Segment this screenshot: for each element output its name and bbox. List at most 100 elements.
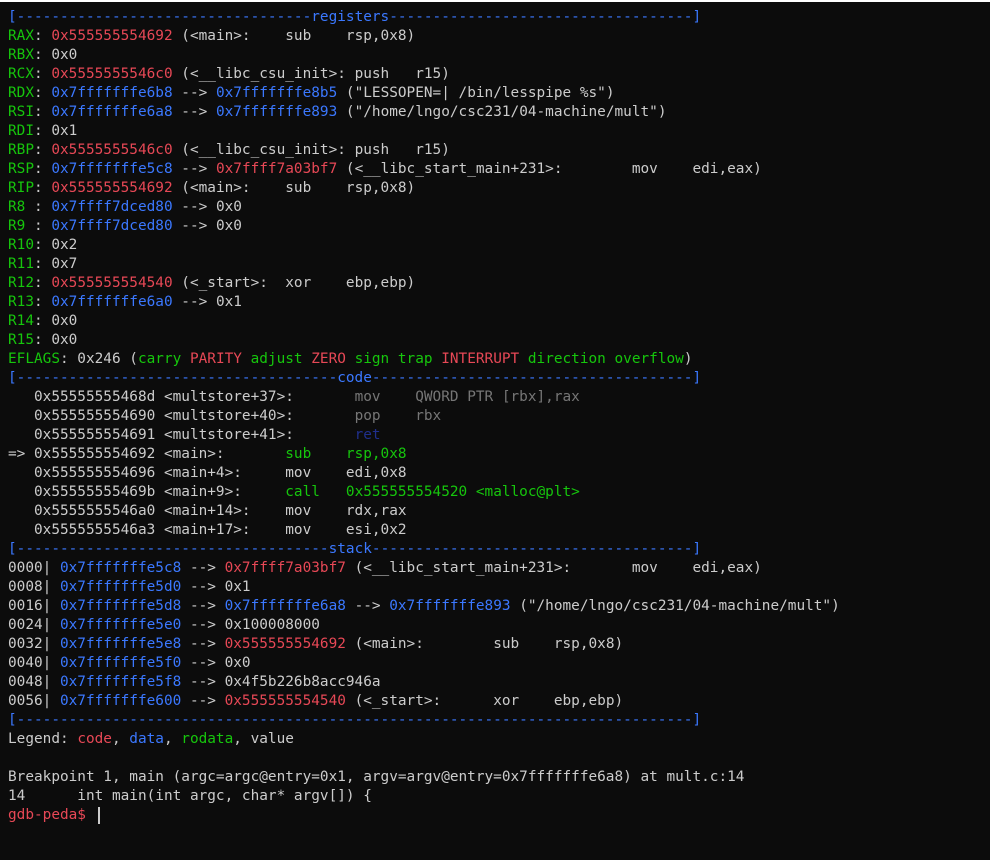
text-segment: : (34, 199, 52, 215)
text-segment: data (129, 731, 164, 747)
text-segment: : (34, 161, 52, 177)
text-segment: 0x7fffffffe5d8 (59, 598, 182, 614)
text-segment: 0x7fffffffe6b8 (51, 85, 173, 101)
code-header: [-------------------------------------co… (8, 369, 990, 388)
text-segment: sign trap (345, 351, 442, 367)
text-segment: [------------------------------------- (8, 370, 338, 386)
text-segment: RSP (8, 161, 34, 177)
text-segment: 0x555555554696 <main+4>: mov edi,0x8 (8, 465, 407, 481)
text-segment: 0x7fffffffe893 (215, 104, 338, 120)
text-segment: 0x7fffffffe5f0 (59, 655, 182, 671)
text-segment: : (34, 104, 52, 120)
text-segment: call 0x555555554520 <malloc@plt> (241, 484, 580, 500)
text-segment: 0x7fffffffe8b5 (215, 85, 338, 101)
text-segment: : (34, 180, 52, 196)
text-segment: --> (181, 598, 225, 614)
text-segment: 0x55555555468d <multstore+37>: (8, 389, 294, 405)
text-segment: R8 (8, 199, 34, 215)
blank-line (8, 749, 990, 768)
text-segment: ("LESSOPEN=| /bin/lesspipe %s") (337, 85, 615, 101)
text-segment: (<main>: sub rsp,0x8) (172, 180, 416, 196)
text-segment: 0000| (8, 560, 60, 576)
text-segment: 0x7ffff7dced80 (51, 199, 173, 215)
text-segment: 0x5555555546c0 (51, 142, 173, 158)
stack-line: 0024| 0x7fffffffe5e0 --> 0x100008000 (8, 616, 990, 635)
text-segment: 0x5555555546c0 (51, 66, 173, 82)
text-segment: : 0x1 (34, 123, 78, 139)
text-segment: ("/home/lngo/csc231/04-machine/mult") (337, 104, 667, 120)
code-line: 0x5555555546a3 <main+17>: mov esi,0x2 (8, 521, 990, 540)
text-segment: (<_start>: xor ebp,ebp) (345, 693, 624, 709)
text-segment: code (337, 370, 372, 386)
reg-rdi: RDI: 0x1 (8, 122, 990, 141)
text-segment: : (34, 85, 52, 101)
text-segment: R14 (8, 313, 34, 329)
text-segment: 0x555555554540 (51, 275, 173, 291)
text-segment: 0x7ffff7a03bf7 (224, 560, 346, 576)
text-segment: --> 0x4f5b226b8acc946a (181, 674, 381, 690)
text-segment: RDX (8, 85, 34, 101)
text-segment: , value (233, 731, 294, 747)
text-segment: : 0x2 (34, 237, 78, 253)
text-segment: RCX (8, 66, 34, 82)
text-segment: Legend: (8, 731, 78, 747)
text-segment: R13 (8, 294, 34, 310)
reg-r12: R12: 0x555555554540 (<_start>: xor ebp,e… (8, 274, 990, 293)
text-segment: --> 0x1 (181, 579, 251, 595)
text-segment (8, 750, 17, 766)
text-segment: (<main>: sub rsp,0x8) (345, 636, 624, 652)
text-segment: (<__libc_csu_init>: push r15) (172, 66, 450, 82)
text-segment: 0x7fffffffe6a8 (224, 598, 346, 614)
text-segment: : (34, 275, 52, 291)
text-segment: 14 int main(int argc, char* argv[]) { (8, 788, 372, 804)
text-segment: 0x555555554691 <multstore+41>: (8, 427, 294, 443)
text-segment: : (34, 142, 52, 158)
text-segment: --> (181, 560, 225, 576)
text-segment: : (34, 294, 52, 310)
reg-r10: R10: 0x2 (8, 236, 990, 255)
text-segment: 0x7fffffffe6a8 (51, 104, 173, 120)
text-segment: R11 (8, 256, 34, 272)
text-segment: 0x5555555546a3 <main+17>: mov esi,0x2 (8, 522, 407, 538)
terminal-window[interactable]: [----------------------------------regis… (0, 0, 990, 860)
text-segment: R9 (8, 218, 34, 234)
reg-rdx: RDX: 0x7fffffffe6b8 --> 0x7fffffffe8b5 (… (8, 84, 990, 103)
prompt-line[interactable]: gdb-peda$ (8, 806, 990, 825)
text-segment: : 0x0 (34, 313, 78, 329)
stack-line: 0000| 0x7fffffffe5c8 --> 0x7ffff7a03bf7 … (8, 559, 990, 578)
text-segment: , (111, 731, 130, 747)
text-segment: RDI (8, 123, 34, 139)
text-segment: --> (172, 161, 216, 177)
reg-r14: R14: 0x0 (8, 312, 990, 331)
text-segment: (<_start>: xor ebp,ebp) (172, 275, 416, 291)
code-line: 0x555555554690 <multstore+40>: pop rbx (8, 407, 990, 426)
text-segment: 0008| (8, 579, 60, 595)
text-segment: ) (683, 351, 693, 367)
text-segment: (<main>: sub rsp,0x8) (172, 28, 416, 44)
footer-rule: [---------------------------------------… (8, 711, 990, 730)
text-segment: [---------------------------------- (8, 9, 312, 25)
stack-line: 0016| 0x7fffffffe5d8 --> 0x7fffffffe6a8 … (8, 597, 990, 616)
reg-rsp: RSP: 0x7fffffffe5c8 --> 0x7ffff7a03bf7 (… (8, 160, 990, 179)
terminal-output: [----------------------------------regis… (8, 8, 990, 806)
text-segment: 0x7fffffffe600 (59, 693, 182, 709)
text-segment: 0x55555555469b <main+9>: (8, 484, 242, 500)
legend-line: Legend: code, data, rodata, value (8, 730, 990, 749)
text-segment: --> 0x100008000 (181, 617, 320, 633)
reg-rax: RAX: 0x555555554692 (<main>: sub rsp,0x8… (8, 27, 990, 46)
text-segment: : 0x246 ( (59, 351, 138, 367)
reg-rip: RIP: 0x555555554692 (<main>: sub rsp,0x8… (8, 179, 990, 198)
text-segment: --> 0x1 (172, 294, 242, 310)
text-segment: 0x555555554540 (224, 693, 346, 709)
text-segment: => 0x555555554692 <main>: (8, 446, 225, 462)
code-line: 0x555555554691 <multstore+41>: ret (8, 426, 990, 445)
code-line: 0x555555554696 <main+4>: mov edi,0x8 (8, 464, 990, 483)
gdb-prompt: gdb-peda$ (8, 807, 95, 823)
text-segment: 0056| (8, 693, 60, 709)
reg-eflags: EFLAGS: 0x246 (carry PARITY adjust ZERO … (8, 350, 990, 369)
text-segment: mov QWORD PTR [rbx],rax (293, 389, 580, 405)
text-segment: 0x7ffff7dced80 (51, 218, 173, 234)
text-segment: rodata (181, 731, 234, 747)
text-segment: R10 (8, 237, 34, 253)
text-segment: -------------------------------------] (371, 541, 702, 557)
